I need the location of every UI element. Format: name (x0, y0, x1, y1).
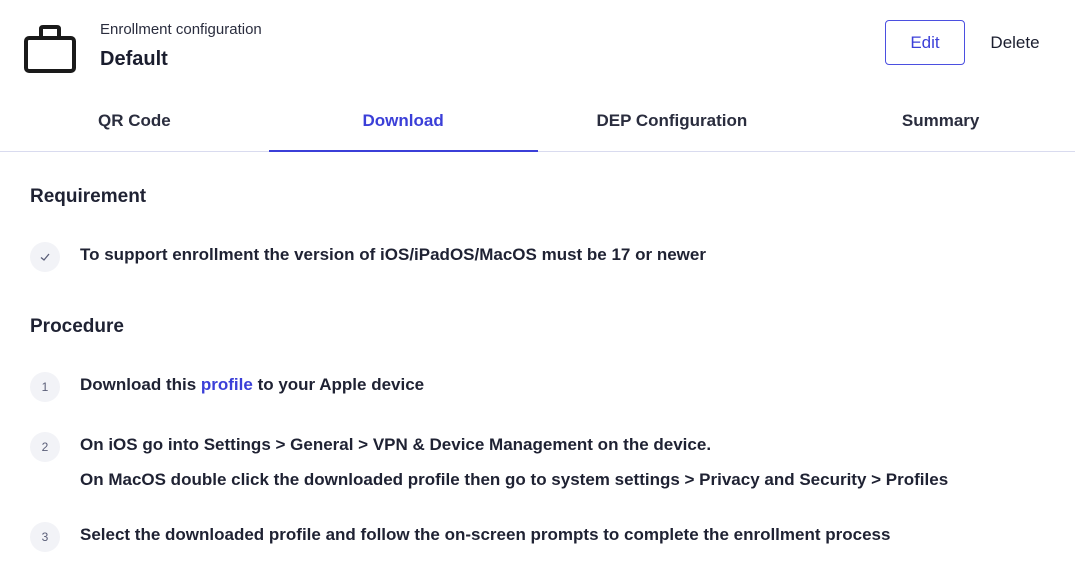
page-header: Enrollment configuration Default Edit De… (0, 0, 1075, 90)
requirement-heading: Requirement (30, 186, 147, 207)
step-number-badge: 2 (30, 432, 60, 462)
step-1-text: Download this profile to your Apple devi… (80, 375, 424, 395)
tab-qr-code[interactable]: QR Code (0, 90, 269, 151)
checkmark-icon (30, 242, 60, 272)
briefcase-icon (24, 25, 76, 73)
page-subtitle: Enrollment configuration (100, 21, 262, 38)
edit-button[interactable]: Edit (885, 20, 965, 65)
requirement-item: To support enrollment the version of iOS… (80, 245, 706, 264)
step-2-line-1: On iOS go into Settings > General > VPN … (80, 435, 712, 454)
tab-dep-configuration[interactable]: DEP Configuration (538, 90, 807, 151)
step-3-text: Select the downloaded profile and follow… (80, 525, 891, 544)
step-2-line-2: On MacOS double click the downloaded pro… (80, 470, 949, 489)
tab-bar: QR Code Download DEP Configuration Summa… (0, 90, 1075, 152)
enrollment-page: Enrollment configuration Default Edit De… (0, 0, 1075, 580)
procedure-heading: Procedure (30, 316, 124, 337)
delete-button[interactable]: Delete (978, 20, 1052, 65)
tab-summary[interactable]: Summary (806, 90, 1075, 151)
step-number-badge: 1 (30, 372, 60, 402)
profile-download-link[interactable]: profile (201, 375, 253, 394)
step-1-text-after: to your Apple device (252, 375, 425, 394)
tab-download[interactable]: Download (268, 90, 538, 152)
step-number-badge: 3 (30, 522, 60, 552)
step-1-text-before: Download this (80, 375, 201, 394)
page-title: Default (100, 48, 168, 70)
